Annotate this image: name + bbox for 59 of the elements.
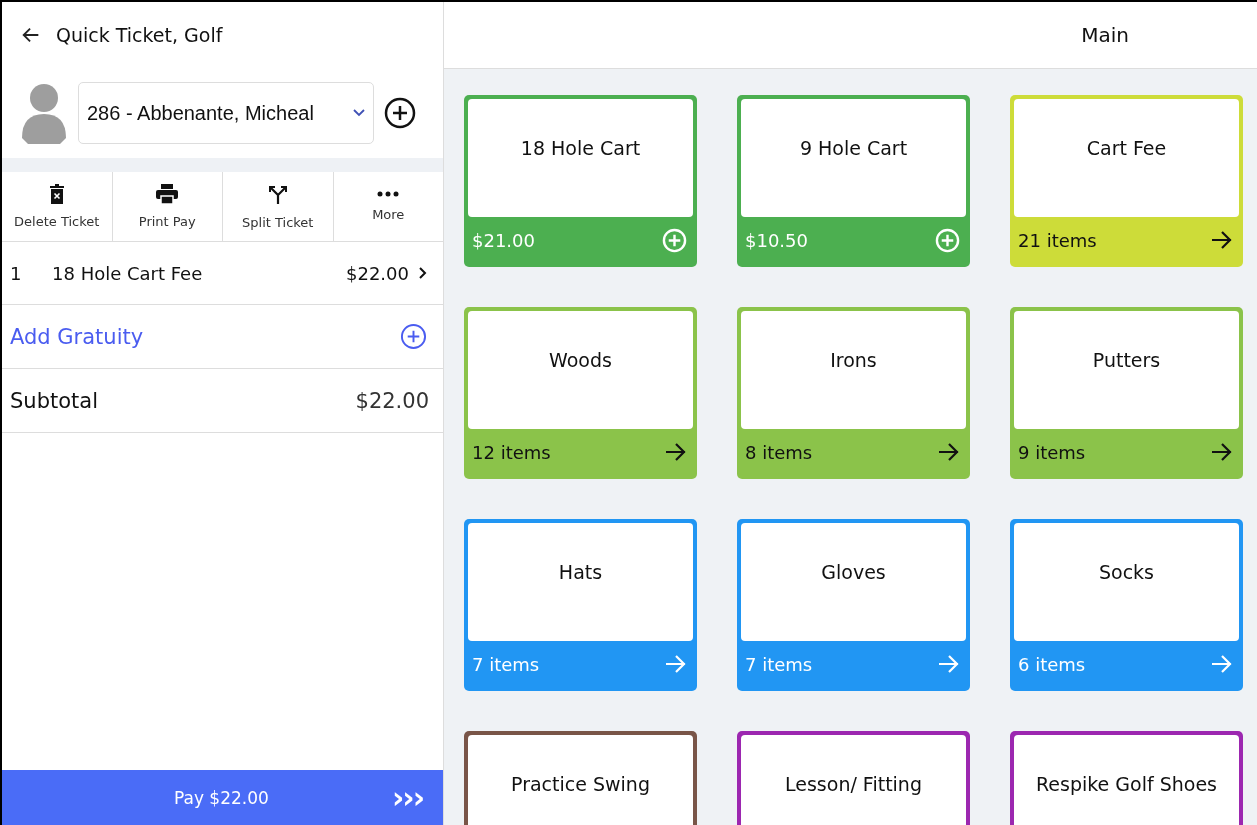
tile-title: 18 Hole Cart — [520, 137, 641, 161]
add-customer-icon[interactable] — [384, 97, 416, 129]
tile-footer-text: 7 items — [745, 653, 813, 675]
tile-footer-text: $10.50 — [745, 229, 808, 251]
tile-footer-text: 21 items — [1018, 229, 1097, 251]
tile-footer-text: 12 items — [472, 441, 551, 463]
arrow-right-icon[interactable] — [938, 442, 960, 462]
tile-footer-text: $21.00 — [472, 229, 535, 251]
tile-footer-text: 8 items — [745, 441, 813, 463]
arrow-right-icon[interactable] — [1211, 230, 1233, 250]
tile-title: Hats — [558, 561, 603, 585]
arrow-right-icon[interactable] — [1211, 442, 1233, 462]
subtotal-value: $22.00 — [355, 388, 429, 413]
ticket-title: Quick Ticket, Golf — [56, 24, 223, 46]
menu-tile[interactable]: Socks 6 items — [1010, 519, 1243, 691]
menu-tile[interactable]: Cart Fee 21 items — [1010, 95, 1243, 267]
menu-tile[interactable]: Irons 8 items — [737, 307, 970, 479]
line-item-qty: 1 — [10, 262, 23, 284]
add-gratuity-icon[interactable] — [400, 323, 427, 350]
menu-tile[interactable]: Practice Swing — [464, 731, 697, 825]
tile-footer-text: 7 items — [472, 653, 540, 675]
subtotal-label: Subtotal — [10, 388, 98, 413]
trash-icon — [48, 184, 65, 204]
tile-footer-text: 6 items — [1018, 653, 1086, 675]
chevron-down-icon — [353, 109, 365, 117]
menu-tile[interactable]: Woods 12 items — [464, 307, 697, 479]
line-item-name: 18 Hole Cart Fee — [52, 262, 204, 284]
add-icon[interactable] — [935, 227, 960, 253]
printer-icon — [155, 184, 180, 204]
split-arrows-icon — [266, 183, 289, 205]
tile-title: Cart Fee — [1086, 137, 1167, 161]
menu-tile[interactable]: 9 Hole Cart $10.50 — [737, 95, 970, 267]
tile-title: Putters — [1092, 349, 1161, 373]
add-gratuity-link[interactable]: Add Gratuity — [10, 324, 144, 349]
menu-tile[interactable]: Putters 9 items — [1010, 307, 1243, 479]
tile-title: 9 Hole Cart — [799, 137, 908, 161]
pay-button[interactable]: Pay $22.00 ››› — [2, 770, 443, 825]
tile-title: Gloves — [821, 561, 886, 585]
avatar-icon — [20, 82, 68, 144]
menu-tile[interactable]: Gloves 7 items — [737, 519, 970, 691]
tile-title: Lesson/ Fitting — [785, 773, 922, 797]
chevron-right-icon — [419, 267, 427, 279]
more-icon — [377, 191, 400, 197]
customer-select[interactable]: 286 - Abbenante, Micheal — [78, 82, 374, 144]
menu-tile[interactable]: 18 Hole Cart $21.00 — [464, 95, 697, 267]
tile-title: Woods — [549, 349, 612, 373]
menu-tile[interactable]: Respike Golf Shoes — [1010, 731, 1243, 825]
menu-title: Main — [1081, 23, 1129, 47]
tile-title: Respike Golf Shoes — [1036, 773, 1217, 797]
add-icon[interactable] — [662, 227, 687, 253]
arrow-right-icon[interactable] — [665, 442, 687, 462]
line-item-price: $22.00 — [346, 262, 409, 284]
menu-tile[interactable]: Hats 7 items — [464, 519, 697, 691]
tile-title: Practice Swing — [511, 773, 650, 797]
line-item-row[interactable]: 1 18 Hole Cart Fee $22.00 — [2, 242, 443, 305]
tile-footer-text: 9 items — [1018, 441, 1086, 463]
menu-tile[interactable]: Lesson/ Fitting — [737, 731, 970, 825]
tile-title: Irons — [830, 349, 877, 373]
tile-title: Socks — [1098, 561, 1154, 585]
